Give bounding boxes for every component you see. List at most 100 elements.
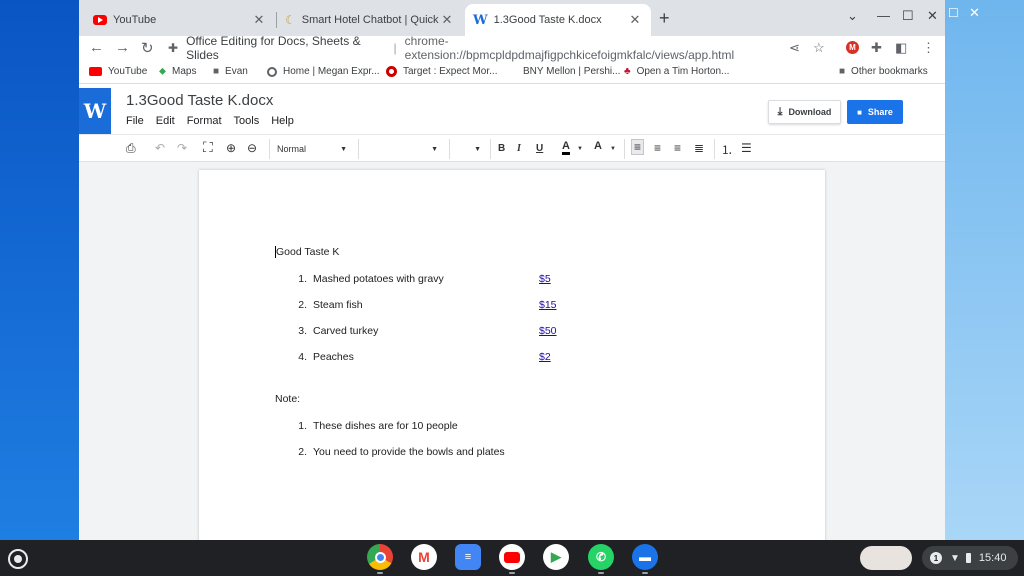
italic-button[interactable]: I	[517, 143, 521, 154]
caret-down-icon[interactable]: ▼	[610, 146, 616, 152]
document-page[interactable]: Good Taste K 1. Mashed potatoes with gra…	[199, 170, 825, 540]
list-number: 1.	[298, 420, 307, 432]
bg-window-minimize-icon: ☐	[948, 6, 959, 20]
menu-dots-icon[interactable]: ⋮	[922, 40, 935, 56]
browser-window: YouTube ✕ ☾ Smart Hotel Chatbot | Quick …	[79, 0, 945, 540]
align-center-icon[interactable]: ≡	[654, 141, 661, 155]
bookmark-label: Target : Expect Mor...	[403, 66, 498, 77]
chrome-app-icon[interactable]	[367, 544, 393, 570]
align-justify-icon[interactable]: ≣	[694, 141, 704, 155]
text-color-icon[interactable]: A	[562, 140, 570, 155]
menu-file[interactable]: File	[126, 115, 144, 127]
print-icon[interactable]: ⎙	[126, 141, 136, 156]
fit-page-icon[interactable]: ⛶	[203, 139, 213, 156]
forward-arrow-icon[interactable]: →	[115, 39, 130, 56]
list-number: 3.	[298, 325, 307, 337]
zoom-out-icon[interactable]: ⊖	[247, 141, 257, 155]
reload-icon[interactable]: ↻	[141, 39, 154, 57]
bookmark-megan[interactable]: Home | Megan Expr...	[267, 66, 380, 77]
price-link[interactable]: $5	[539, 273, 551, 285]
close-icon[interactable]: ✕	[627, 12, 643, 28]
list-number: 4.	[298, 351, 307, 363]
tab-document[interactable]: W 1.3Good Taste K.docx ✕	[465, 4, 651, 36]
minimize-button[interactable]: —	[877, 8, 890, 23]
align-left-icon[interactable]: ≡	[631, 139, 645, 155]
document-heading[interactable]: Good Taste K	[275, 246, 339, 258]
lock-icon: ■	[857, 107, 862, 117]
back-arrow-icon[interactable]: ←	[89, 39, 104, 56]
menu-bar: File Edit Format Tools Help	[126, 115, 294, 127]
youtube-icon	[89, 67, 102, 76]
heading-text: Good Taste K	[276, 246, 340, 258]
browser-toolbar: ← → ↻ ✚ Office Editing for Docs, Sheets …	[79, 34, 945, 62]
bookmark-tim-hortons[interactable]: ♣ Open a Tim Horton...	[624, 66, 729, 77]
menu-tools[interactable]: Tools	[234, 115, 260, 127]
document-title[interactable]: 1.3Good Taste K.docx	[126, 92, 273, 109]
maximize-button[interactable]: ☐	[902, 8, 914, 24]
bulleted-list-icon[interactable]: ☰	[741, 141, 752, 155]
gmail-app-icon[interactable]: M	[411, 544, 437, 570]
price-link[interactable]: $15	[539, 299, 557, 311]
youtube-app-icon[interactable]	[499, 544, 525, 570]
mega-extension-icon[interactable]: M	[846, 41, 859, 54]
toolbar-divider	[714, 139, 715, 159]
share-label: Share	[867, 107, 893, 117]
download-button[interactable]: ⤓ Download	[768, 100, 841, 124]
caret-down-icon: ▼	[431, 145, 438, 153]
running-indicator	[598, 572, 604, 574]
whatsapp-app-icon[interactable]: ✆	[588, 544, 614, 570]
price-link[interactable]: $2	[539, 351, 551, 363]
circle-icon	[267, 66, 277, 77]
tab-youtube[interactable]: YouTube ✕	[85, 4, 275, 36]
docs-app-icon[interactable]: ≡	[455, 544, 481, 570]
bookmark-maps[interactable]: ⬥ Maps	[159, 66, 196, 77]
side-panel-icon[interactable]: ◧	[895, 40, 907, 56]
size-select[interactable]: ▼	[455, 139, 487, 159]
font-select[interactable]: ▼	[364, 139, 444, 159]
launcher-button[interactable]	[8, 549, 28, 569]
menu-edit[interactable]: Edit	[156, 115, 175, 127]
price-link[interactable]: $50	[539, 325, 557, 337]
files-app-icon[interactable]: ▬	[632, 544, 658, 570]
highlight-color-icon[interactable]: A	[594, 140, 602, 152]
close-window-button[interactable]: ✕	[927, 8, 938, 24]
format-toolbar: ⎙ ↶ ↷ ⛶ ⊕ ⊖ Normal ▼ ▼ ▼ B I U A ▼ A ▼ ≡…	[79, 134, 945, 162]
bookmark-evan[interactable]: ■ Evan	[213, 66, 248, 77]
numbered-list-icon[interactable]: ⒈	[721, 141, 733, 158]
status-area[interactable]: 1 ▼ 15:40	[922, 546, 1018, 570]
caret-down-icon[interactable]: ▼	[577, 146, 583, 152]
clock: 15:40	[978, 552, 1007, 564]
extensions-icon[interactable]: ✚	[871, 40, 882, 56]
omnibox[interactable]: ✚ Office Editing for Docs, Sheets & Slid…	[162, 34, 762, 62]
folder-icon: ■	[213, 66, 220, 77]
list-item: Carved turkey	[313, 325, 379, 337]
bold-button[interactable]: B	[498, 143, 505, 154]
style-select[interactable]: Normal ▼	[277, 139, 353, 159]
desktop-wallpaper	[0, 0, 79, 540]
menu-help[interactable]: Help	[271, 115, 294, 127]
maps-icon: ⬥	[159, 66, 166, 77]
account-avatars[interactable]	[860, 546, 912, 570]
bookmark-youtube[interactable]: YouTube	[89, 66, 147, 77]
other-bookmarks[interactable]: ■ Other bookmarks	[839, 66, 928, 77]
zoom-in-icon[interactable]: ⊕	[226, 141, 236, 155]
redo-icon[interactable]: ↷	[177, 141, 187, 155]
undo-icon[interactable]: ↶	[155, 141, 165, 155]
close-icon[interactable]: ✕	[251, 12, 267, 28]
play-store-icon[interactable]: ▶	[543, 544, 569, 570]
bookmark-label: Evan	[225, 66, 248, 77]
bookmark-star-icon[interactable]: ☆	[813, 40, 825, 56]
bookmark-target[interactable]: Target : Expect Mor...	[386, 66, 497, 77]
tab-search-icon[interactable]: ⌄	[847, 8, 858, 24]
new-tab-button[interactable]: +	[659, 8, 670, 29]
bookmark-label: Maps	[172, 66, 197, 77]
menu-format[interactable]: Format	[187, 115, 222, 127]
tab-smart-hotel[interactable]: ☾ Smart Hotel Chatbot | Quick Res ✕	[277, 4, 463, 36]
align-right-icon[interactable]: ≡	[674, 141, 681, 155]
note-label: Note:	[275, 393, 301, 405]
underline-button[interactable]: U	[536, 143, 543, 154]
close-icon[interactable]: ✕	[439, 12, 455, 28]
share-button[interactable]: ■ Share	[847, 100, 903, 124]
bookmark-bny[interactable]: BNY Mellon | Pershi...	[523, 66, 620, 77]
share-icon[interactable]: ⋖	[789, 40, 800, 56]
